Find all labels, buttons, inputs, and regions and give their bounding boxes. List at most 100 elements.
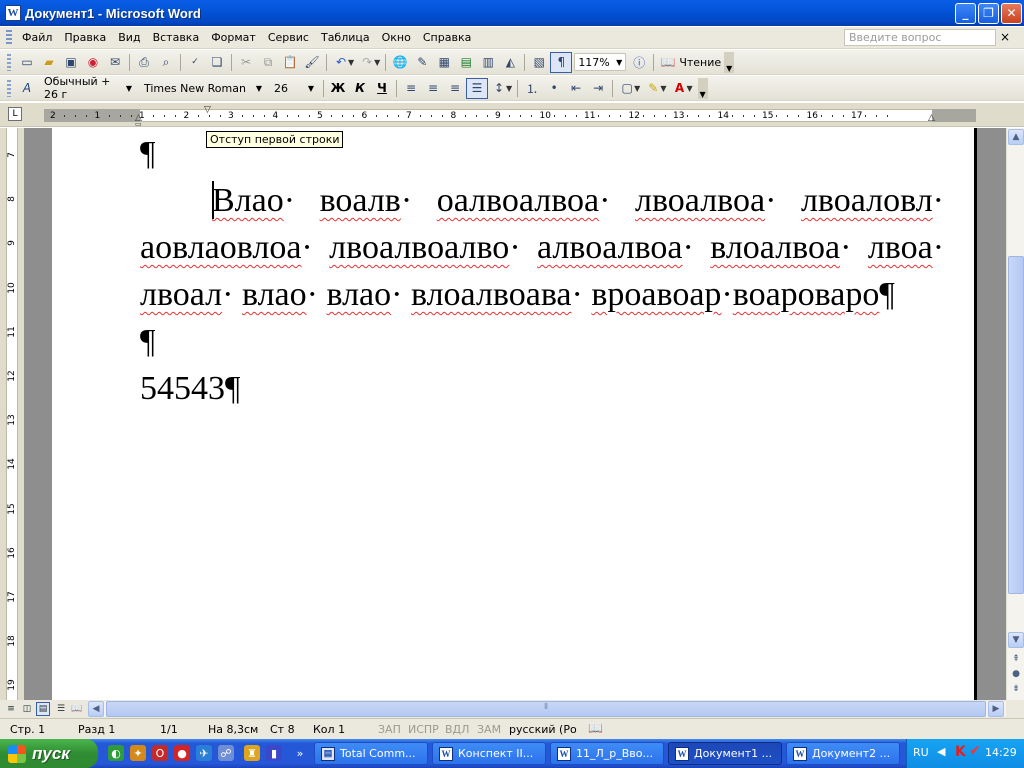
- menu-window[interactable]: Окно: [376, 29, 417, 46]
- paste-icon[interactable]: 📋: [279, 52, 301, 73]
- menu-format[interactable]: Формат: [205, 29, 262, 46]
- status-line[interactable]: Ст 8: [270, 723, 295, 736]
- redo-dropdown-icon[interactable]: ▼: [374, 58, 380, 67]
- scroll-right-icon[interactable]: ▶: [988, 701, 1004, 717]
- start-button[interactable]: пуск: [0, 739, 98, 768]
- horizontal-ruler[interactable]: L 2 1 1 2 3 4 5 6 7 8 9 10 11 12 13 14 15 16 17 ▽ △ ▭ △: [0, 103, 1024, 128]
- italic-button[interactable]: К: [349, 78, 371, 99]
- underline-button[interactable]: Ч: [371, 78, 393, 99]
- main-paragraph[interactable]: Влао· воалв· оалвоалвоа· лвоалвоа· лвоал…: [140, 177, 944, 318]
- hyperlink-icon[interactable]: 🌐: [389, 52, 411, 73]
- status-position[interactable]: На 8,3см: [208, 723, 258, 736]
- email-icon[interactable]: ✉: [104, 52, 126, 73]
- print-icon[interactable]: ⎙: [133, 52, 155, 73]
- undo-dropdown-icon[interactable]: ▼: [348, 58, 354, 67]
- horizontal-scroll-thumb[interactable]: ⦀: [106, 701, 986, 717]
- drawing-icon[interactable]: ◭: [499, 52, 521, 73]
- spelling-icon[interactable]: ✓: [184, 52, 206, 73]
- quicklaunch-red-icon[interactable]: ●: [174, 745, 190, 761]
- menu-insert[interactable]: Вставка: [147, 29, 206, 46]
- toolbar-grip-handle[interactable]: [7, 79, 11, 97]
- reading-view-icon[interactable]: 📖: [70, 702, 84, 716]
- align-right-icon[interactable]: ≡: [444, 78, 466, 99]
- spelling-status-icon[interactable]: 📖: [588, 721, 603, 735]
- toolbar-options-icon[interactable]: ▼: [697, 77, 708, 99]
- print-preview-icon[interactable]: ⌕: [155, 52, 177, 73]
- menu-table[interactable]: Таблица: [315, 29, 376, 46]
- status-pages[interactable]: 1/1: [160, 723, 178, 736]
- maximize-button[interactable]: ❐: [978, 2, 999, 24]
- increase-indent-icon[interactable]: ⇥: [587, 78, 609, 99]
- borders-dropdown-icon[interactable]: ▼: [634, 84, 640, 93]
- left-indent-marker[interactable]: ▭: [135, 120, 142, 128]
- document-body[interactable]: ¶ Влао· воалв· оалвоалвоа· лвоалвоа· лво…: [140, 130, 944, 412]
- menu-help[interactable]: Справка: [417, 29, 477, 46]
- reading-layout-icon[interactable]: 📖: [657, 52, 679, 73]
- document-map-icon[interactable]: ▧: [528, 52, 550, 73]
- word-app-icon[interactable]: W: [5, 5, 21, 21]
- zoom-select[interactable]: 117% ▼: [574, 53, 627, 71]
- quicklaunch-figure-icon[interactable]: ♜: [244, 745, 260, 761]
- quicklaunch-expand-icon[interactable]: »: [292, 745, 308, 761]
- quicklaunch-app-icon[interactable]: ✦: [130, 745, 146, 761]
- style-select[interactable]: Обычный + 26 г ▼: [40, 75, 136, 101]
- horizontal-scrollbar[interactable]: ◀ ⦀ ▶: [88, 701, 1006, 717]
- justify-icon[interactable]: ☰: [466, 77, 488, 99]
- task-lab-work[interactable]: W 11_Л_р_Вво...: [550, 742, 664, 765]
- opera-icon[interactable]: O: [152, 745, 168, 761]
- tray-back-icon[interactable]: ◀: [937, 745, 945, 758]
- next-object-icon[interactable]: ⇟: [1008, 681, 1024, 697]
- status-column[interactable]: Кол 1: [313, 723, 345, 736]
- toolbar-options-icon[interactable]: ▼: [724, 51, 735, 73]
- line-spacing-dropdown-icon[interactable]: ▼: [506, 84, 512, 93]
- task-total-commander[interactable]: ▤ Total Comm...: [314, 742, 428, 765]
- scroll-left-icon[interactable]: ◀: [88, 701, 104, 717]
- print-layout-icon[interactable]: ▤: [36, 702, 50, 716]
- language-indicator[interactable]: RU: [913, 746, 929, 759]
- tables-borders-icon[interactable]: ✎: [411, 52, 433, 73]
- chevron-down-icon[interactable]: ▼: [256, 84, 262, 93]
- number-paragraph[interactable]: 54543¶: [140, 365, 944, 412]
- font-select[interactable]: Times New Roman ▼: [140, 79, 266, 97]
- first-line-indent-marker[interactable]: ▽: [204, 105, 211, 115]
- ask-question-input[interactable]: Введите вопрос: [844, 29, 996, 46]
- status-language[interactable]: русский (Ро: [509, 723, 577, 736]
- research-icon[interactable]: ❏: [206, 52, 228, 73]
- font-color-dropdown-icon[interactable]: ▼: [686, 84, 692, 93]
- show-desktop-icon[interactable]: ◐: [108, 745, 124, 761]
- styles-formatting-icon[interactable]: A: [16, 78, 38, 99]
- status-section[interactable]: Разд 1: [78, 723, 115, 736]
- kaspersky-icon[interactable]: K: [955, 744, 966, 760]
- font-size-select[interactable]: 26 ▼: [270, 79, 318, 97]
- chevron-down-icon[interactable]: ▼: [126, 84, 132, 93]
- align-center-icon[interactable]: ≡: [422, 78, 444, 99]
- document-page[interactable]: ¶ Влао· воалв· оалвоалвоа· лвоалвоа· лво…: [52, 128, 977, 700]
- cut-icon[interactable]: ✂: [235, 52, 257, 73]
- minimize-button[interactable]: _: [955, 2, 976, 24]
- task-document2[interactable]: W Документ2 ...: [786, 742, 900, 765]
- copy-icon[interactable]: ⧉: [257, 52, 279, 73]
- status-page[interactable]: Стр. 1: [10, 723, 45, 736]
- quicklaunch-chart-icon[interactable]: ▮: [266, 745, 282, 761]
- numbering-icon[interactable]: ⒈: [521, 78, 543, 99]
- bold-button[interactable]: Ж: [327, 78, 349, 99]
- save-icon[interactable]: ▣: [60, 52, 82, 73]
- align-left-icon[interactable]: ≡: [400, 78, 422, 99]
- decrease-indent-icon[interactable]: ⇤: [565, 78, 587, 99]
- open-folder-icon[interactable]: ▰: [38, 52, 60, 73]
- menu-file[interactable]: Файл: [16, 29, 58, 46]
- reading-label[interactable]: Чтение: [679, 56, 721, 69]
- scroll-up-icon[interactable]: ▲: [1008, 129, 1024, 145]
- columns-icon[interactable]: ▥: [477, 52, 499, 73]
- menu-grip-handle[interactable]: [6, 29, 12, 46]
- permission-icon[interactable]: ◉: [82, 52, 104, 73]
- right-indent-marker[interactable]: △: [928, 113, 935, 123]
- web-layout-icon[interactable]: ◫: [20, 702, 34, 716]
- insert-excel-icon[interactable]: ▤: [455, 52, 477, 73]
- previous-object-icon[interactable]: ⇞: [1008, 651, 1024, 667]
- status-record[interactable]: ЗАП: [378, 723, 401, 736]
- toolbar-grip-handle[interactable]: [7, 53, 11, 71]
- menu-edit[interactable]: Правка: [58, 29, 112, 46]
- tab-selector[interactable]: L: [8, 107, 22, 121]
- outline-view-icon[interactable]: ☰: [54, 702, 68, 716]
